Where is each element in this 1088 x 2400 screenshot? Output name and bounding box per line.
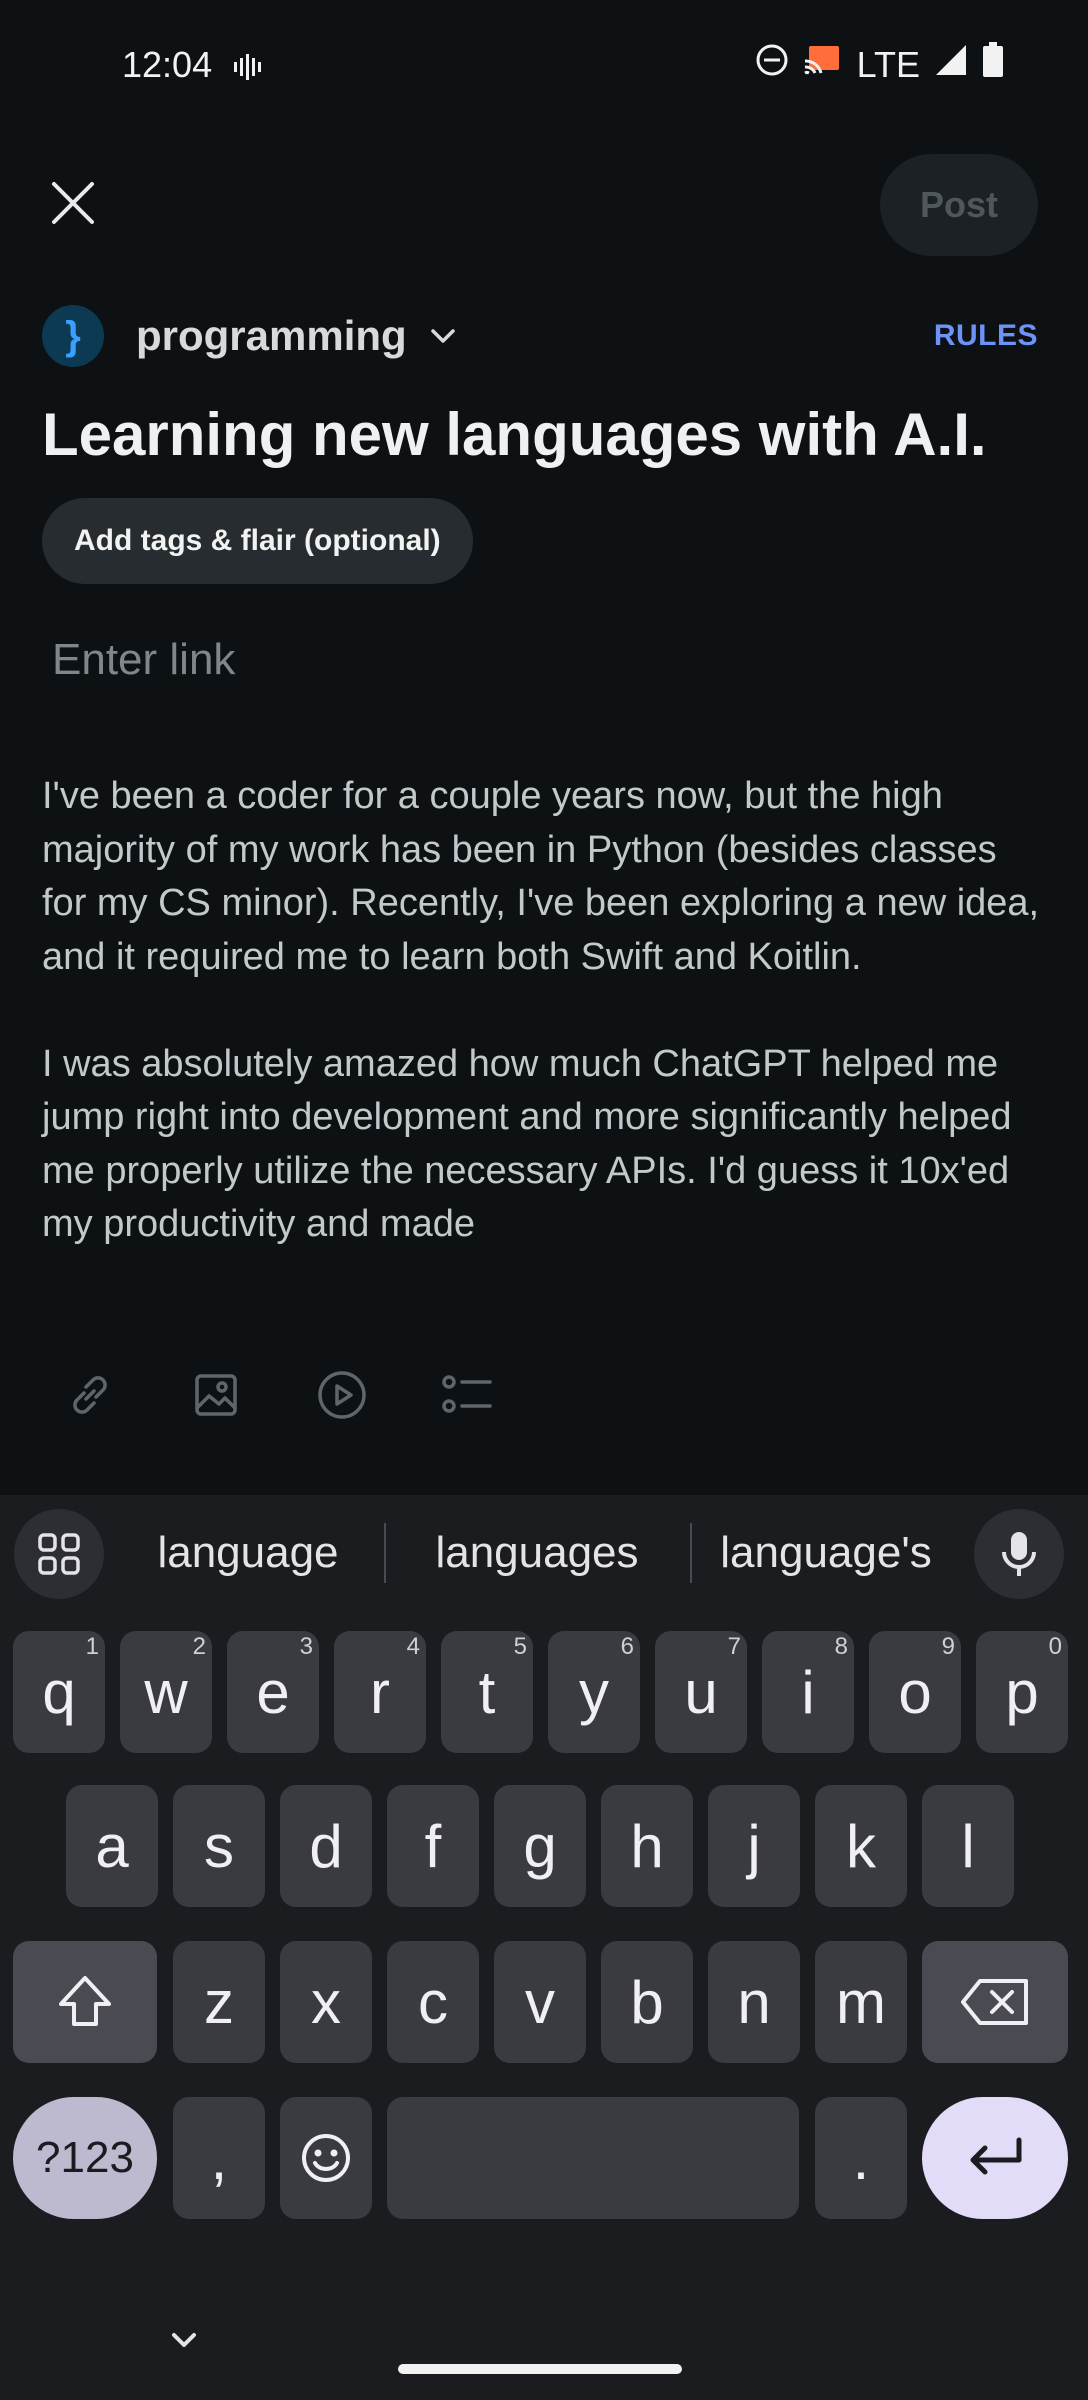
key-j[interactable]: j xyxy=(708,1785,800,1907)
body-paragraph: I was absolutely amazed how much ChatGPT… xyxy=(42,1042,1012,1246)
key-l[interactable]: l xyxy=(922,1785,1014,1907)
community-avatar: } xyxy=(42,305,104,367)
key-q[interactable]: q1 xyxy=(13,1631,105,1753)
key-w[interactable]: w2 xyxy=(120,1631,212,1753)
add-tags-button[interactable]: Add tags & flair (optional) xyxy=(42,498,473,584)
status-icons: LTE xyxy=(755,42,1004,87)
backspace-key[interactable] xyxy=(922,1941,1068,2063)
chevron-down-icon[interactable] xyxy=(429,322,457,350)
key-x[interactable]: x xyxy=(280,1941,372,2063)
key-k[interactable]: k xyxy=(815,1785,907,1907)
key-u[interactable]: u7 xyxy=(655,1631,747,1753)
chevron-down-icon[interactable] xyxy=(166,2322,202,2358)
emoji-icon xyxy=(302,2134,350,2182)
apps-grid-icon[interactable] xyxy=(14,1509,104,1599)
enter-key[interactable] xyxy=(922,2097,1068,2219)
post-title-input[interactable]: Learning new languages with A.I. xyxy=(42,400,987,469)
suggestion-divider xyxy=(690,1523,692,1583)
key-y[interactable]: y6 xyxy=(548,1631,640,1753)
microphone-icon[interactable] xyxy=(974,1509,1064,1599)
key-m[interactable]: m xyxy=(815,1941,907,2063)
key-t[interactable]: t5 xyxy=(441,1631,533,1753)
key-f[interactable]: f xyxy=(387,1785,479,1907)
key-c[interactable]: c xyxy=(387,1941,479,2063)
status-time: 12:04 xyxy=(122,44,213,85)
network-label: LTE xyxy=(856,43,920,85)
post-toolbar xyxy=(60,1365,498,1425)
soft-keyboard: language languages language's q1 w2 e3 r… xyxy=(0,1495,1088,2400)
rules-link[interactable]: RULES xyxy=(934,319,1038,353)
key-a[interactable]: a xyxy=(66,1785,158,1907)
emoji-key[interactable] xyxy=(280,2097,372,2219)
key-s[interactable]: s xyxy=(173,1785,265,1907)
close-icon[interactable] xyxy=(46,176,100,230)
battery-icon xyxy=(982,42,1004,87)
key-g[interactable]: g xyxy=(494,1785,586,1907)
voicemail-icon xyxy=(232,52,262,87)
enter-icon xyxy=(970,2137,1022,2175)
key-p[interactable]: p0 xyxy=(976,1631,1068,1753)
link-icon[interactable] xyxy=(60,1365,120,1425)
suggestion-item[interactable]: languages xyxy=(400,1515,674,1591)
suggestion-item[interactable]: language xyxy=(130,1515,366,1591)
key-h[interactable]: h xyxy=(601,1785,693,1907)
image-icon[interactable] xyxy=(186,1365,246,1425)
suggestion-item[interactable]: language's xyxy=(700,1515,952,1591)
key-n[interactable]: n xyxy=(708,1941,800,2063)
signal-icon xyxy=(934,43,968,86)
key-v[interactable]: v xyxy=(494,1941,586,2063)
do-not-disturb-icon xyxy=(755,43,789,86)
key-r[interactable]: r4 xyxy=(334,1631,426,1753)
link-input[interactable]: Enter link xyxy=(52,635,235,685)
community-selector[interactable]: } programming RULES xyxy=(42,304,1038,368)
shift-icon xyxy=(59,1976,111,2026)
space-key[interactable] xyxy=(387,2097,799,2219)
video-icon[interactable] xyxy=(312,1365,372,1425)
suggestion-divider xyxy=(384,1523,386,1583)
comma-key[interactable]: , xyxy=(173,2097,265,2219)
post-button[interactable]: Post xyxy=(880,154,1038,256)
key-e[interactable]: e3 xyxy=(227,1631,319,1753)
backspace-icon xyxy=(961,1979,1028,2025)
gesture-handle[interactable] xyxy=(398,2364,682,2374)
body-paragraph: I've been a coder for a couple years now… xyxy=(42,775,1040,978)
key-i[interactable]: i8 xyxy=(762,1631,854,1753)
community-name[interactable]: programming xyxy=(136,312,407,360)
symbols-key[interactable]: ?123 xyxy=(13,2097,157,2219)
key-d[interactable]: d xyxy=(280,1785,372,1907)
key-b[interactable]: b xyxy=(601,1941,693,2063)
suggestion-bar: language languages language's xyxy=(0,1495,1088,1611)
list-icon[interactable] xyxy=(438,1365,498,1425)
cast-icon xyxy=(803,43,843,86)
key-o[interactable]: o9 xyxy=(869,1631,961,1753)
period-key[interactable]: . xyxy=(815,2097,907,2219)
post-body-input[interactable]: I've been a coder for a couple years now… xyxy=(42,770,1042,1305)
shift-key[interactable] xyxy=(13,1941,157,2063)
key-z[interactable]: z xyxy=(173,1941,265,2063)
